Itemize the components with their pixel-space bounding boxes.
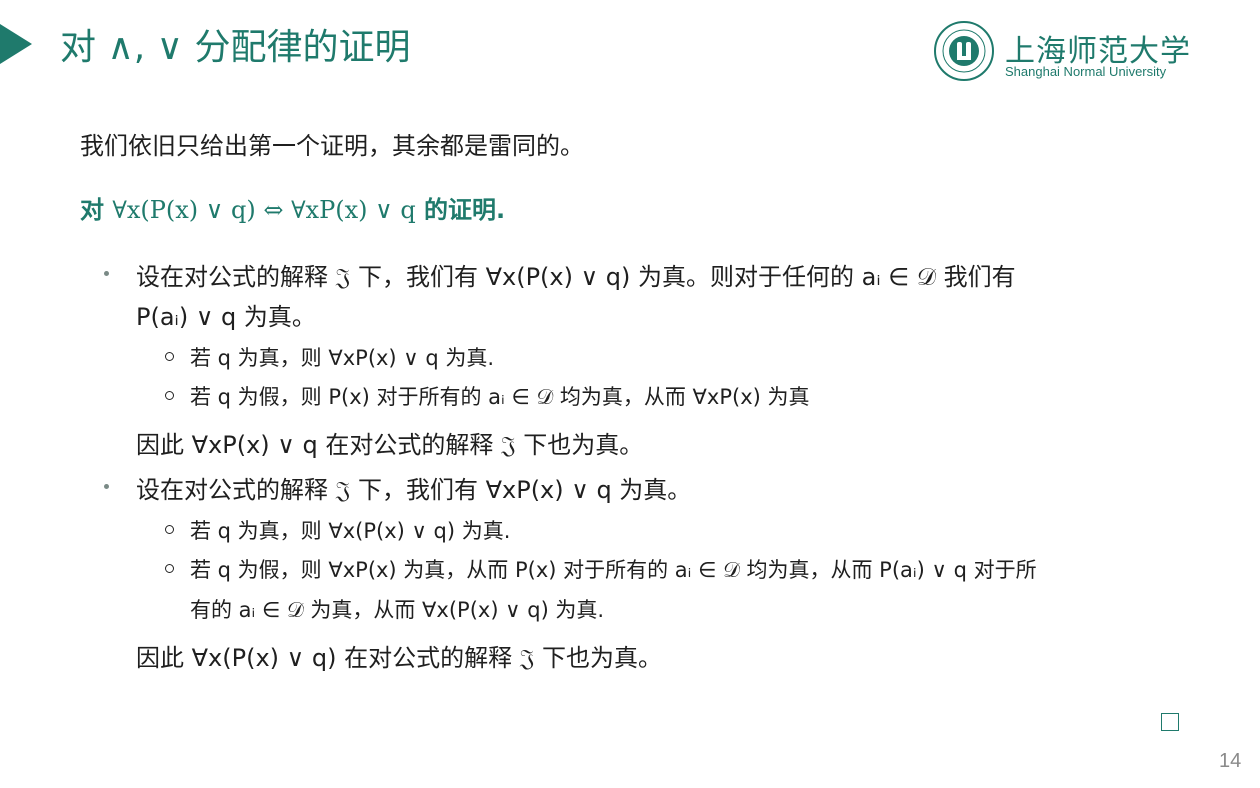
sub-bullet-circle-icon [165, 564, 174, 573]
proof-title-formula: ∀x(P(x) ∨ q) ⇔ ∀xP(x) ∨ q [112, 196, 416, 224]
part2-sub2-line1: 若 q 为假，则 ∀xP(x) 为真，从而 P(x) 对于所有的 aᵢ ∈ 𝒟 … [190, 558, 1037, 582]
sub-bullet-circle-icon [165, 525, 174, 534]
bullet-dot-icon [104, 271, 109, 276]
bullet-dot-icon [104, 484, 109, 489]
university-seal-icon [934, 21, 994, 81]
university-logo: 上海师范大学 Shanghai Normal University [933, 20, 1190, 86]
part2-bullet-line1: 设在对公式的解释 𝔍 下，我们有 ∀xP(x) ∨ q 为真。 [136, 476, 692, 504]
proof-title: 对 ∀x(P(x) ∨ q) ⇔ ∀xP(x) ∨ q 的证明. [80, 190, 505, 225]
proof-title-prefix: 对 [80, 196, 104, 224]
part1-sub2: 若 q 为假，则 P(x) 对于所有的 aᵢ ∈ 𝒟 均为真，从而 ∀xP(x)… [190, 385, 810, 409]
sub-bullet-circle-icon [165, 352, 174, 361]
part1-conclusion: 因此 ∀xP(x) ∨ q 在对公式的解释 𝔍 下也为真。 [136, 431, 644, 459]
title-marker-icon [0, 24, 32, 64]
part2-sub2-line2: 有的 aᵢ ∈ 𝒟 为真，从而 ∀x(P(x) ∨ q) 为真. [190, 598, 605, 622]
part1-bullet-line1: 设在对公式的解释 𝔍 下，我们有 ∀x(P(x) ∨ q) 为真。则对于任何的 … [136, 263, 1016, 291]
slide-title: 对 ∧, ∨ 分配律的证明 [60, 27, 411, 68]
part1-sub1: 若 q 为真，则 ∀xP(x) ∨ q 为真. [190, 346, 495, 370]
intro-text: 我们依旧只给出第一个证明，其余都是雷同的。 [80, 132, 584, 160]
page-number: 14 [1219, 750, 1242, 772]
part2-conclusion: 因此 ∀x(P(x) ∨ q) 在对公式的解释 𝔍 下也为真。 [136, 644, 663, 672]
qed-symbol-icon [1161, 713, 1179, 731]
part2-sub1: 若 q 为真，则 ∀x(P(x) ∨ q) 为真. [190, 519, 511, 543]
university-name-en: Shanghai Normal University [1005, 64, 1167, 79]
sub-bullet-circle-icon [165, 391, 174, 400]
proof-title-suffix: 的证明. [424, 196, 506, 224]
part1-bullet-line2: P(aᵢ) ∨ q 为真。 [136, 303, 316, 331]
